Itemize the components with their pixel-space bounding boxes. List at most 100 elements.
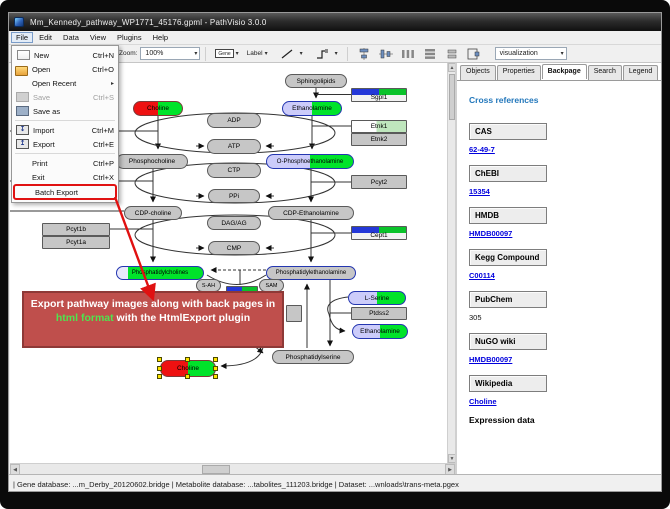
tab-backpage[interactable]: Backpage [542,64,587,79]
zoom-combobox[interactable]: 100% ▾ [140,47,200,60]
pathway-node-phosphatidylserine[interactable]: Phosphatidylserine [272,350,354,364]
menu-view[interactable]: View [85,32,111,43]
callout-text: with the HtmlExport plugin [114,312,251,324]
expression-data-heading: Expression data [469,415,662,425]
stack-icon[interactable] [445,48,459,60]
menu-item-batch-export[interactable]: Batch Export [13,184,117,200]
menu-item-open-recent[interactable]: Open Recent▸ [12,76,118,90]
vertical-scrollbar[interactable]: ▲ ▼ [447,63,455,463]
selection-handle[interactable] [185,374,190,379]
pathway-node-atp[interactable]: ATP [207,139,261,154]
draw-connector-button[interactable]: ▾ [309,47,340,61]
menu-item-import[interactable]: ↧ImportCtrl+M [12,123,118,137]
menu-item-label: Open [32,65,50,74]
distribute-vertical-icon[interactable] [423,48,437,60]
chevron-down-icon[interactable]: ▾ [265,50,268,57]
chevron-down-icon[interactable]: ▾ [300,50,303,57]
pathway-node-ptdss1[interactable] [286,305,302,322]
crossref-link[interactable]: 62-49-7 [469,145,662,154]
pathway-node-ethanolamine-2[interactable]: Ethanolamine [352,324,408,339]
menu-item-label: Batch Export [35,188,78,197]
tab-objects[interactable]: Objects [460,65,496,80]
save-as-icon [16,106,29,116]
selection-handle[interactable] [157,366,162,371]
horizontal-scroll-thumb[interactable] [202,465,230,474]
selection-handle[interactable] [185,357,190,362]
pathway-node-phosphatidylethanolamine[interactable]: Phosphatidylethanolamine [266,266,356,280]
pathway-node-cept1[interactable]: Cept1 [351,226,407,240]
crossref-link[interactable]: Choline [469,397,662,406]
menu-file[interactable]: File [11,32,33,43]
menu-item-open[interactable]: OpenCtrl+O [12,62,118,76]
no-icon [15,172,28,182]
pathway-node-dag-ag[interactable]: DAG/AG [207,216,261,230]
selection-handle[interactable] [213,366,218,371]
pathway-node-sphingolipids[interactable]: Sphingolipids [285,74,347,88]
menu-item-save-as[interactable]: Save as [12,104,118,118]
title-bar[interactable]: Mm_Kennedy_pathway_WP1771_45176.gpml - P… [9,13,662,31]
draw-line-button[interactable]: ▾ [274,47,305,61]
pathway-node-pcyt1b[interactable]: Pcyt1b [42,223,110,236]
crossref-link[interactable]: HMDB00097 [469,229,662,238]
distribute-horizontal-icon[interactable] [401,48,415,60]
menu-plugins[interactable]: Plugins [112,32,147,43]
pathway-node-choline[interactable]: Choline [133,101,183,116]
selection-handle[interactable] [213,374,218,379]
crossref-link[interactable]: 15354 [469,187,662,196]
pathway-node-o-phosphoethanolamine[interactable]: O-Phosphoethanolamine [266,154,354,169]
pathway-node-ctp[interactable]: CTP [207,163,261,178]
menu-item-print[interactable]: PrintCtrl+P [12,156,118,170]
pathway-node-sgpl1[interactable]: Sgpl1 [351,88,407,102]
horizontal-scrollbar[interactable]: ◀ ▶ [10,463,455,474]
pathway-node-etnk2[interactable]: Etnk2 [351,133,407,146]
crossref-link[interactable]: C00114 [469,271,662,280]
pathway-node-cmp[interactable]: CMP [208,241,260,255]
pathway-node-phosphatidylcholines[interactable]: Phosphatidylcholines [116,266,204,280]
pathway-node-l-serine[interactable]: L-Serine [348,291,406,305]
visualization-combobox[interactable]: visualization ▾ [495,47,567,60]
pathway-node-ethanolamine[interactable]: Ethanolamine [282,101,342,116]
menu-item-exit[interactable]: ExitCtrl+X [12,170,118,184]
crossref-section-cas: CAS62-49-7 [469,121,662,154]
add-label-button[interactable]: Label ▾ [245,49,270,58]
menu-help[interactable]: Help [148,32,173,43]
selection-handle[interactable] [157,357,162,362]
tab-properties[interactable]: Properties [497,65,541,80]
menu-shortcut: Ctrl+E [93,140,114,149]
selection-handle[interactable] [157,374,162,379]
chevron-down-icon[interactable]: ▾ [236,50,239,57]
tab-search[interactable]: Search [588,65,622,80]
pathway-node-adp[interactable]: ADP [207,113,261,128]
node-label: Cept1 [352,232,406,239]
pathway-node-ptdss2[interactable]: Ptdss2 [351,307,407,320]
pathway-node-pcyt2[interactable]: Pcyt2 [351,175,407,189]
menu-item-save[interactable]: SaveCtrl+S [12,90,118,104]
node-label: PPi [209,190,259,202]
pathway-node-choline-selected[interactable]: Choline [160,360,216,377]
pathway-node-pcyt1a[interactable]: Pcyt1a [42,236,110,249]
align-middle-icon[interactable] [379,48,393,60]
menu-item-export[interactable]: ↥ExportCtrl+E [12,137,118,151]
crossref-link[interactable]: HMDB00097 [469,355,662,364]
tab-legend[interactable]: Legend [623,65,658,80]
chevron-down-icon[interactable]: ▾ [555,50,564,57]
menu-item-label: Print [32,159,47,168]
menu-edit[interactable]: Edit [34,32,57,43]
crossref-header: ChEBI [469,165,547,182]
gene-node-icon: Gene [215,49,233,58]
chevron-down-icon[interactable]: ▾ [188,50,197,57]
common-bounds-icon[interactable] [467,48,481,60]
menu-item-label: Import [33,126,54,135]
add-gene-button[interactable]: Gene ▾ [213,48,240,59]
pathway-node-ppi[interactable]: PPi [208,189,260,203]
menu-item-new[interactable]: NewCtrl+N [12,48,118,62]
pathway-node-cdp-ethanolamine[interactable]: CDP-Ethanolamine [268,206,354,220]
pathway-node-phosphocholine[interactable]: Phosphocholine [116,154,188,169]
menu-data[interactable]: Data [58,32,84,43]
pathway-node-cdp-choline[interactable]: CDP-choline [124,206,182,220]
chevron-down-icon[interactable]: ▾ [335,50,338,57]
node-label: Ptdss2 [352,308,406,319]
selection-handle[interactable] [213,357,218,362]
pathway-node-etnk1[interactable]: Etnk1 [351,120,407,133]
align-center-icon[interactable] [357,48,371,60]
